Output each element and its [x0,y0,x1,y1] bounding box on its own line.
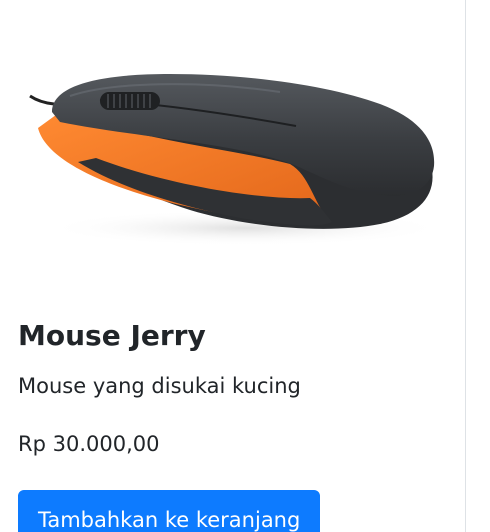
add-to-cart-button[interactable]: Tambahkan ke keranjang [18,490,321,532]
product-description: Mouse yang disukai kucing [18,374,301,398]
product-price: Rp 30.000,00 [18,432,160,456]
computer-mouse-icon [29,74,445,246]
product-card: Mouse Jerry Mouse yang disukai kucing Rp… [0,0,466,532]
product-details: Mouse Jerry Mouse yang disukai kucing Rp… [18,316,448,460]
product-page: Mouse Jerry Mouse yang disukai kucing Rp… [0,0,490,532]
product-name: Mouse Jerry [18,319,206,352]
product-image [0,0,465,280]
